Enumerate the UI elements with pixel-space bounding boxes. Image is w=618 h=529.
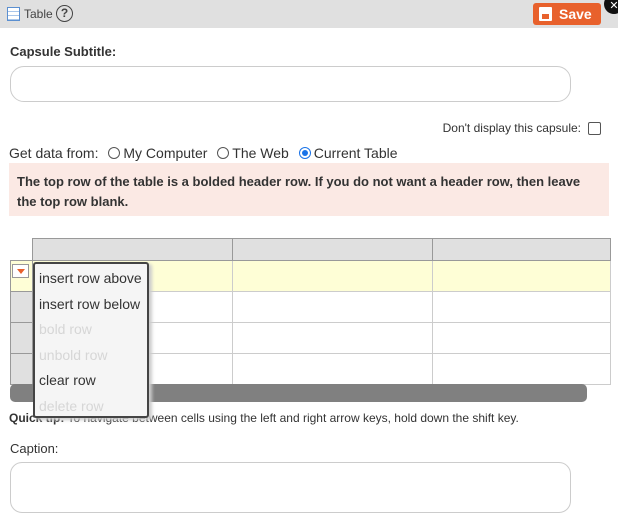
column-header[interactable] — [432, 238, 611, 261]
subtitle-label: Capsule Subtitle: — [10, 44, 117, 59]
hide-capsule-checkbox[interactable] — [588, 122, 601, 135]
data-source-label: Get data from: — [9, 145, 99, 161]
row-context-menu: insert row above insert row below bold r… — [33, 262, 149, 418]
menu-item-insert-row-below[interactable]: insert row below — [35, 293, 147, 319]
caption-label: Caption: — [10, 441, 59, 456]
data-source-group: Get data from: My Computer The Web Curre… — [9, 145, 398, 161]
save-button[interactable]: Save — [533, 3, 601, 25]
row-menu-dropdown-icon[interactable] — [12, 264, 29, 278]
header-row-notice: The top row of the table is a bolded hea… — [9, 163, 609, 216]
row-handle[interactable] — [10, 353, 33, 385]
help-icon[interactable]: ? — [56, 5, 73, 22]
menu-item-bold-row: bold row — [39, 321, 92, 337]
table-cell[interactable] — [232, 353, 433, 385]
table-cell[interactable] — [232, 291, 433, 323]
table-icon — [7, 7, 20, 21]
toolbar: Table ? Save ✕ — [0, 0, 618, 28]
table-cell[interactable] — [432, 353, 611, 385]
menu-item-unbold-row: unbold row — [39, 346, 108, 363]
table-cell[interactable] — [232, 322, 433, 354]
column-header[interactable] — [232, 238, 433, 261]
radio-the-web[interactable] — [217, 147, 230, 159]
table-cell[interactable] — [232, 260, 433, 292]
close-icon[interactable]: ✕ — [604, 0, 618, 14]
option-my-computer[interactable]: My Computer — [123, 145, 207, 161]
menu-item-clear-row[interactable]: clear row — [35, 369, 147, 395]
subtitle-input[interactable] — [10, 66, 571, 102]
caption-textarea[interactable] — [10, 462, 571, 513]
row-handle[interactable] — [10, 291, 33, 323]
column-header[interactable] — [32, 238, 233, 261]
table-cell[interactable] — [432, 322, 611, 354]
table-cell[interactable] — [432, 291, 611, 323]
table-cell[interactable] — [432, 260, 611, 292]
option-the-web[interactable]: The Web — [232, 145, 289, 161]
menu-item-insert-row-above[interactable]: insert row above — [35, 267, 147, 293]
radio-current-table[interactable] — [298, 147, 311, 159]
menu-item-delete-row: delete row — [39, 397, 104, 414]
floppy-disk-icon — [539, 7, 552, 21]
row-handle[interactable] — [10, 322, 33, 354]
radio-my-computer[interactable] — [108, 147, 121, 159]
capsule-type-title: Table — [24, 7, 53, 21]
option-current-table[interactable]: Current Table — [314, 145, 398, 161]
hide-capsule-label: Don't display this capsule: — [442, 121, 581, 135]
save-label: Save — [559, 6, 592, 22]
